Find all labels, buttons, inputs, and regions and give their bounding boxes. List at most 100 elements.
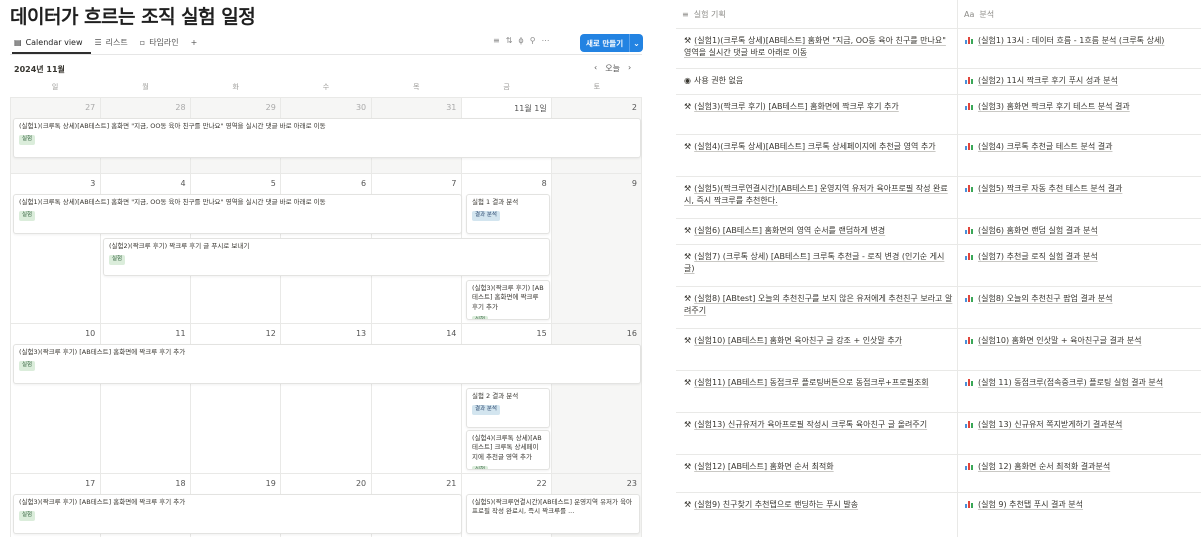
analysis-link[interactable]: (실험 12) 홈화면 순서 최적화 결과분석 xyxy=(978,462,1110,471)
calendar-event[interactable]: (실험4)(크루톡 상세)[AB테스트] 크루톡 상세페이지에 추천글 영역 추… xyxy=(466,430,550,470)
event-title: 실험 1 결과 분석 xyxy=(472,198,519,206)
event-title: (실험4)(크루톡 상세)[AB테스트] 크루톡 상세페이지에 추천글 영역 추… xyxy=(472,434,542,461)
calendar-event[interactable]: 실험 2 결과 분석 결과 분석 xyxy=(466,388,550,428)
plan-link[interactable]: (실험4)(크루톡 상세)[AB테스트] 크루톡 상세페이지에 추천글 영역 추… xyxy=(694,142,935,151)
analysis-link[interactable]: (실험8) 오늘의 추천친구 팝업 결과 분석 xyxy=(978,294,1112,303)
day-number: 18 xyxy=(175,479,186,488)
calendar-event[interactable]: (실험1)(크루톡 상세)[AB테스트] 홈화면 "지금, OO동 육아 친구를… xyxy=(13,118,641,158)
chevron-right-icon[interactable]: › xyxy=(628,63,631,74)
day-number: 16 xyxy=(626,329,637,338)
plan-cell[interactable]: ⚒ (실험5)(짝크루연결시간)[AB테스트] 운영지역 유저가 육아프로필 작성… xyxy=(684,183,954,208)
new-button-label: 새로 만들기 xyxy=(586,38,624,48)
analysis-link[interactable]: (실험5) 짝크루 자동 추천 테스트 분석 결과 xyxy=(978,184,1122,193)
plan-link[interactable]: (실험9) 친구찾기 추천탭으로 랜딩하는 푸시 발송 xyxy=(694,500,858,509)
more-icon[interactable]: ⋯ xyxy=(542,36,550,45)
day-number: 12 xyxy=(265,329,276,338)
list-icon: ☰ xyxy=(94,38,102,47)
bar-chart-icon xyxy=(965,184,974,192)
plan-link[interactable]: (실험11) [AB테스트] 동접크루 플로팅버튼으로 동접크루+프로필조회 xyxy=(694,378,929,387)
plan-cell[interactable]: ⚒ (실험8) [ABtest] 오늘의 추천친구를 보지 않은 유저에게 추천친… xyxy=(684,293,954,318)
new-button[interactable]: 새로 만들기 ⌄ xyxy=(580,34,643,52)
analysis-cell[interactable]: (실험 11) 동접크루(접속중크루) 플로팅 실험 결과 분석 xyxy=(965,377,1195,389)
column-header-analysis[interactable]: Aa 분석 xyxy=(964,0,994,28)
calendar-event[interactable]: (실험2)(짝크루 후기) 짝크루 후기 글 푸시로 보내기 실험 xyxy=(103,238,550,276)
analysis-cell[interactable]: (실험3) 홈화면 짝크루 후기 테스트 분석 결과 xyxy=(965,101,1195,113)
analysis-cell[interactable]: (실험5) 짝크루 자동 추천 테스트 분석 결과 xyxy=(965,183,1195,195)
plan-cell[interactable]: ⚒ (실험11) [AB테스트] 동접크루 플로팅버튼으로 동접크루+프로필조회 xyxy=(684,377,954,389)
weekday-label: 화 xyxy=(232,83,239,91)
analysis-link[interactable]: (실험10) 홈화면 인삿말 + 육아친구글 결과 분석 xyxy=(978,336,1142,345)
chevron-left-icon[interactable]: ‹ xyxy=(594,63,597,74)
day-number: 13 xyxy=(355,329,367,338)
plan-link[interactable]: (실험8) [ABtest] 오늘의 추천친구를 보지 않은 유저에게 추천친구… xyxy=(684,294,952,315)
plan-cell[interactable]: ◉ 사용 권한 없음 xyxy=(684,75,954,87)
plan-link[interactable]: (실험6) [AB테스트] 홈화면의 영역 순서를 랜덤하게 변경 xyxy=(694,226,885,235)
plan-link[interactable]: (실험1)(크루톡 상세)[AB테스트] 홈화면 "지금, OO동 육아 친구를… xyxy=(684,36,946,57)
weekday-label: 수 xyxy=(322,83,330,91)
event-title: (실험2)(짝크루 후기) 짝크루 후기 글 푸시로 보내기 xyxy=(109,242,250,250)
plan-cell[interactable]: ⚒ (실험9) 친구찾기 추천탭으로 랜딩하는 푸시 발송 xyxy=(684,499,954,511)
search-icon[interactable]: ⚲ xyxy=(530,36,536,45)
event-title: (실험3)(짝크루 후기) [AB테스트] 홈화면에 짝크루 후기 추가 xyxy=(19,498,186,506)
analysis-cell[interactable]: (실험 9) 추천탭 푸시 결과 분석 xyxy=(965,499,1195,511)
analysis-cell[interactable]: (실험4) 크루톡 추천글 테스트 분석 결과 xyxy=(965,141,1195,153)
calendar-event[interactable]: (실험5)(짝크루연결시간)[AB테스트] 운영지역 유저가 육아프로필 작성 … xyxy=(466,494,640,534)
analysis-cell[interactable]: (실험2) 11시 짝크루 후기 푸시 성과 분석 xyxy=(965,75,1195,87)
tab-calendar-view[interactable]: ▤ Calendar view xyxy=(14,38,83,47)
event-tag: 결과 분석 xyxy=(472,405,500,416)
filter-icon[interactable]: ≡ xyxy=(493,36,500,45)
calendar-event[interactable]: (실험3)(짝크루 후기) [AB테스트] 홈화면에 짝크루 후기 추가 실험 xyxy=(13,494,462,534)
tab-label: 리스트 xyxy=(105,38,128,47)
analysis-cell[interactable]: (실험10) 홈화면 인삿말 + 육아친구글 결과 분석 xyxy=(965,335,1195,347)
analysis-link[interactable]: (실험 9) 추천탭 푸시 결과 분석 xyxy=(978,500,1083,509)
day-number: 3 xyxy=(90,179,96,188)
analysis-link[interactable]: (실험2) 11시 짝크루 후기 푸시 성과 분석 xyxy=(978,76,1118,85)
analysis-link[interactable]: (실험4) 크루톡 추천글 테스트 분석 결과 xyxy=(978,142,1112,151)
calendar-grid: 27 28 29 30 31 11월 1일 2 (실험1)(크루톡 상세)[AB… xyxy=(10,97,642,537)
sort-icon[interactable]: ⇅ xyxy=(506,36,513,45)
event-title: (실험1)(크루톡 상세)[AB테스트] 홈화면 "지금, OO동 육아 친구를… xyxy=(19,122,326,130)
calendar-event[interactable]: (실험3)(짝크루 후기) [AB테스트] 홈화면에 짝크루 후기 추가 실험 xyxy=(466,280,550,320)
analysis-link[interactable]: (실험6) 홈화면 랜덤 실험 결과 분석 xyxy=(978,226,1098,235)
plan-link[interactable]: (실험13) 신규유저가 육아프로필 작성시 크루톡 육아친구 글 올려주기 xyxy=(694,420,927,429)
chevron-down-icon[interactable]: ⌄ xyxy=(629,34,643,52)
event-tag: 실험 xyxy=(472,466,489,469)
plan-link[interactable]: (실험12) [AB테스트] 홈화면 순서 최적화 xyxy=(694,462,833,471)
today-button[interactable]: 오늘 xyxy=(605,63,620,74)
analysis-cell[interactable]: (실험 13) 신규유저 쪽지받게하기 결과분석 xyxy=(965,419,1195,431)
plan-cell[interactable]: ⚒ (실험10) [AB테스트] 홈화면 육아친구 글 강조 + 인삿말 추가 xyxy=(684,335,954,347)
plan-cell[interactable]: ⚒ (실험7) (크루톡 상세) [AB테스트] 크루톡 추천글 - 로직 변경 … xyxy=(684,251,954,276)
tab-list[interactable]: ☰ 리스트 xyxy=(95,37,128,48)
plan-cell[interactable]: ⚒ (실험1)(크루톡 상세)[AB테스트] 홈화면 "지금, OO동 육아 친구… xyxy=(684,35,954,60)
calendar-event[interactable]: (실험1)(크루톡 상세)[AB테스트] 홈화면 "지금, OO동 육아 친구를… xyxy=(13,194,462,234)
calendar-event[interactable]: 실험 1 결과 분석 결과 분석 xyxy=(466,194,550,234)
plan-cell[interactable]: ⚒ (실험12) [AB테스트] 홈화면 순서 최적화 xyxy=(684,461,954,473)
analysis-cell[interactable]: (실험6) 홈화면 랜덤 실험 결과 분석 xyxy=(965,225,1195,237)
analysis-cell[interactable]: (실험1) 13시 : 데이터 흐름 - 1흐름 분석 (크루톡 상세) xyxy=(965,35,1195,47)
analysis-cell[interactable]: (실험8) 오늘의 추천친구 팝업 결과 분석 xyxy=(965,293,1195,305)
plan-link[interactable]: (실험7) (크루톡 상세) [AB테스트] 크루톡 추천글 - 로직 변경 (… xyxy=(684,252,944,273)
column-header-plan[interactable]: ≡ 실험 기획 xyxy=(682,0,726,28)
plan-link[interactable]: (실험10) [AB테스트] 홈화면 육아친구 글 강조 + 인삿말 추가 xyxy=(694,336,902,345)
analysis-link[interactable]: (실험 13) 신규유저 쪽지받게하기 결과분석 xyxy=(978,420,1122,429)
calendar-event[interactable]: (실험3)(짝크루 후기) [AB테스트] 홈화면에 짝크루 후기 추가 실험 xyxy=(13,344,641,384)
plan-cell[interactable]: ⚒ (실험3)(짝크루 후기) [AB테스트] 홈화면에 짝크루 후기 추가 xyxy=(684,101,954,113)
plan-link[interactable]: (실험5)(짝크루연결시간)[AB테스트] 운영지역 유저가 육아프로필 작성 … xyxy=(684,184,948,205)
automation-icon[interactable]: ϕ xyxy=(518,36,523,45)
analysis-link[interactable]: (실험7) 추천글 로직 실험 결과 분석 xyxy=(978,252,1098,261)
plan-cell[interactable]: ⚒ (실험6) [AB테스트] 홈화면의 영역 순서를 랜덤하게 변경 xyxy=(684,225,954,237)
bar-chart-icon xyxy=(965,102,974,110)
tab-timeline[interactable]: ▫ 타임라인 xyxy=(140,37,179,48)
add-view-button[interactable]: + xyxy=(191,38,198,47)
column-header-label: 실험 기획 xyxy=(693,9,726,19)
plan-link[interactable]: (실험3)(짝크루 후기) [AB테스트] 홈화면에 짝크루 후기 추가 xyxy=(694,102,899,111)
analysis-cell[interactable]: (실험7) 추천글 로직 실험 결과 분석 xyxy=(965,251,1195,263)
plan-cell[interactable]: ⚒ (실험13) 신규유저가 육아프로필 작성시 크루톡 육아친구 글 올려주기 xyxy=(684,419,954,431)
day-number: 4 xyxy=(180,179,186,188)
plan-cell[interactable]: ⚒ (실험4)(크루톡 상세)[AB테스트] 크루톡 상세페이지에 추천글 영역 … xyxy=(684,141,954,153)
analysis-link[interactable]: (실험1) 13시 : 데이터 흐름 - 1흐름 분석 (크루톡 상세) xyxy=(978,36,1164,45)
analysis-link[interactable]: (실험3) 홈화면 짝크루 후기 테스트 분석 결과 xyxy=(978,102,1130,111)
analysis-cell[interactable]: (실험 12) 홈화면 순서 최적화 결과분석 xyxy=(965,461,1195,473)
analysis-link[interactable]: (실험 11) 동접크루(접속중크루) 플로팅 실험 결과 분석 xyxy=(978,378,1163,387)
day-number: 27 xyxy=(85,103,96,112)
